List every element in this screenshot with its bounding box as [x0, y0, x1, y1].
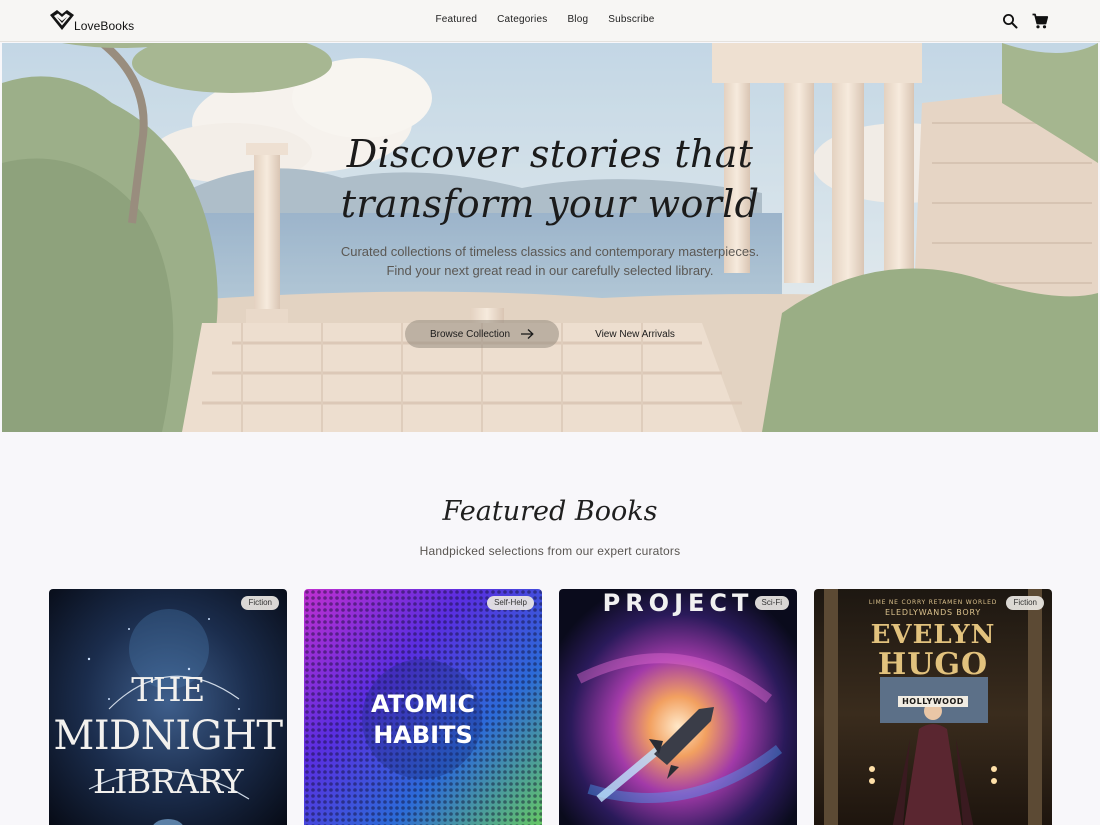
book-card-evelyn-hugo[interactable]: LIME NE CORRY RETAMEN WORLED ELEDLYWANDS…: [814, 589, 1052, 825]
hero-banner: Discover stories that transform your wor…: [2, 43, 1098, 432]
featured-title: Featured Books: [442, 496, 658, 527]
book-cover-title-line: LIBRARY: [93, 762, 244, 801]
search-icon[interactable]: [1001, 12, 1019, 30]
book-card-project[interactable]: PROJECT Sci-Fi: [559, 589, 797, 825]
hero-title: Discover stories that transform your wor…: [2, 129, 1098, 229]
book-card-midnight-library[interactable]: THE MIDNIGHT LIBRARY Fiction: [49, 589, 287, 825]
hero-subtitle: Curated collections of timeless classics…: [340, 244, 760, 278]
book-cover-image: [559, 589, 797, 825]
browse-collection-label: Browse Collection: [429, 328, 511, 340]
book-cover-title-line: ATOMIC: [371, 690, 475, 718]
genre-badge: Self-Help: [487, 596, 534, 610]
view-new-arrivals-button[interactable]: View New Arrivals: [582, 320, 688, 348]
hero-overlay: [2, 43, 1098, 432]
book-cover-title-line: THE: [131, 670, 205, 709]
hollywood-sign: HOLLYWOOD: [898, 696, 968, 707]
book-cover-title-line: MIDNIGHT: [53, 713, 283, 759]
arrow-right-icon: [521, 329, 534, 339]
brand-name: LoveBooks: [74, 19, 135, 33]
view-new-arrivals-label: View New Arrivals: [595, 328, 675, 340]
featured-subtitle: Handpicked selections from our expert cu…: [419, 544, 681, 558]
nav-categories[interactable]: Categories: [497, 14, 547, 25]
hero-title-line: transform your world: [340, 182, 760, 226]
nav-blog[interactable]: Blog: [567, 14, 588, 25]
book-cover-title-line: HUGO: [877, 647, 989, 682]
brand-logo[interactable]: LoveBooks: [48, 9, 134, 33]
site-header: LoveBooks Featured Categories Blog Subsc…: [0, 0, 1100, 42]
nav-featured[interactable]: Featured: [435, 14, 477, 25]
book-cover-title-line: EVELYN: [870, 620, 996, 650]
book-card-atomic-habits[interactable]: ATOMIC HABITS Self-Help: [304, 589, 542, 825]
genre-badge: Sci-Fi: [754, 596, 789, 610]
book-cover-title-line: HABITS: [373, 721, 473, 749]
cart-icon[interactable]: [1031, 12, 1049, 30]
main-nav: Featured Categories Blog Subscribe: [0, 14, 1100, 25]
nav-subscribe[interactable]: Subscribe: [608, 14, 654, 25]
genre-badge: Fiction: [1006, 596, 1044, 610]
browse-collection-button[interactable]: Browse Collection: [405, 320, 559, 348]
logo-heart-icon: [50, 10, 74, 30]
hero-title-line: Discover stories that: [346, 132, 754, 176]
genre-badge: Fiction: [241, 596, 279, 610]
